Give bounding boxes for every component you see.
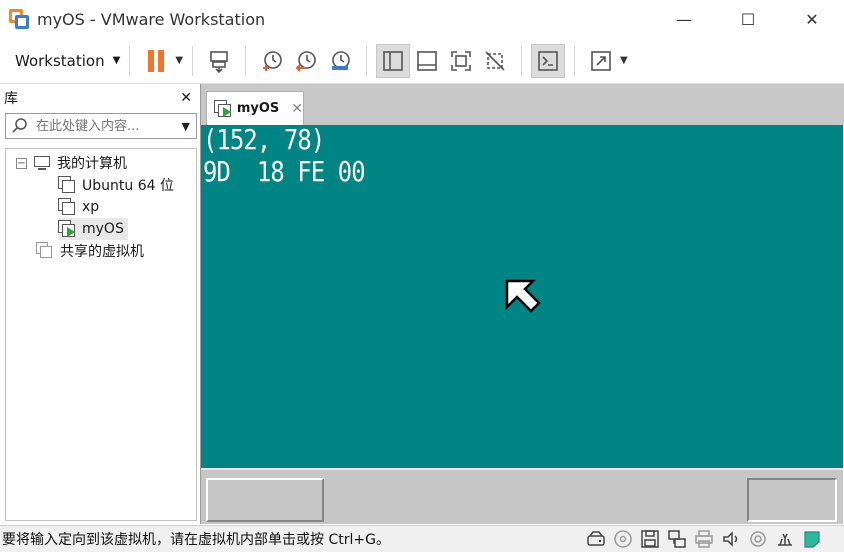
tree-item-label: Ubuntu 64 位 (82, 178, 174, 194)
search-dropdown-icon[interactable]: ▼ (182, 120, 190, 133)
vm-text-line: (152, 78) (203, 125, 325, 156)
hard-disk-icon[interactable] (586, 529, 606, 549)
fullscreen-icon (451, 50, 471, 71)
library-close-icon[interactable]: ✕ (180, 90, 192, 106)
revert-snapshot-icon (295, 50, 316, 72)
pause-icon (148, 49, 165, 72)
snapshot-button[interactable] (255, 44, 289, 78)
tree-item-myos[interactable]: myOS (58, 218, 128, 240)
snapshot-manager-icon (332, 50, 350, 70)
stretch-guest-button[interactable] (584, 44, 618, 78)
pause-button[interactable] (139, 44, 173, 78)
vm-icon (58, 176, 76, 194)
printer-icon[interactable] (694, 529, 714, 549)
stretch-icon (591, 50, 611, 71)
maximize-button[interactable]: ☐ (716, 0, 780, 38)
snapshot-clock-icon (263, 50, 282, 71)
title-bar: myOS - VMware Workstation — ☐ ✕ (0, 0, 844, 38)
tab-label: myOS (236, 101, 280, 116)
tree-item-shared-vms[interactable]: 共享的虚拟机 (36, 240, 144, 262)
vm-running-icon (214, 99, 231, 118)
library-search: ▼ (5, 113, 197, 139)
tree-item-ubuntu[interactable]: Ubuntu 64 位 (58, 174, 174, 196)
network-adapter-icon[interactable] (667, 529, 687, 549)
toolbar-divider (129, 45, 131, 76)
toolbar-divider (192, 45, 194, 76)
toolbar-divider (574, 45, 576, 76)
maximize-icon: ☐ (740, 9, 756, 29)
tree-item-label: myOS (82, 221, 124, 237)
library-search-input[interactable] (36, 118, 182, 134)
toolbar-divider (245, 45, 247, 76)
vmware-app-icon (9, 9, 29, 29)
close-button[interactable]: ✕ (780, 0, 844, 38)
tree-item-my-computer[interactable]: − 我的计算机 (16, 152, 127, 174)
device-icons (586, 529, 822, 549)
toolbar-divider (366, 45, 368, 76)
revert-snapshot-button[interactable] (289, 44, 323, 78)
usb-device-icon[interactable] (775, 529, 795, 549)
sidebar-layout-icon (383, 50, 403, 71)
workstation-menu-label: Workstation (15, 51, 105, 70)
vm-icon (58, 198, 76, 216)
unity-button[interactable] (478, 44, 512, 78)
show-thumbnail-bar-button[interactable] (410, 44, 444, 78)
guest-start-button[interactable] (206, 478, 324, 522)
tab-close-icon[interactable]: ✕ (291, 101, 303, 117)
library-title: 库 (4, 91, 18, 107)
display-icon[interactable] (748, 529, 768, 549)
terminal-icon (538, 50, 558, 71)
mouse-cursor-icon (505, 279, 541, 313)
search-icon (12, 118, 27, 133)
unity-disabled-icon (485, 50, 505, 71)
collapse-icon[interactable]: − (16, 157, 27, 169)
vm-running-icon (58, 220, 76, 238)
toolbar-divider (521, 45, 523, 76)
tree-item-label: xp (82, 199, 100, 215)
send-keys-icon (210, 50, 228, 73)
minimize-icon: — (676, 9, 692, 29)
snapshot-manager-button[interactable] (323, 44, 357, 78)
message-log-icon[interactable] (802, 529, 822, 549)
library-tree: − 我的计算机 Ubuntu 64 位 xp myOS 共享的虚拟机 (5, 148, 197, 521)
sound-card-icon[interactable] (721, 529, 741, 549)
minimize-button[interactable]: — (652, 0, 716, 38)
floppy-icon[interactable] (640, 529, 660, 549)
shared-vm-icon (36, 242, 54, 260)
tab-myos[interactable]: myOS ✕ (206, 91, 304, 125)
tree-item-label: 共享的虚拟机 (60, 244, 144, 260)
full-screen-button[interactable] (444, 44, 478, 78)
status-bar: 要将输入定向到该虚拟机，请在虚拟机内部单击或按 Ctrl+G。 (0, 525, 844, 552)
library-header: 库 ✕ (0, 84, 200, 112)
guest-tray-panel (747, 478, 837, 522)
console-view-button[interactable] (531, 43, 566, 78)
cd-dvd-icon[interactable] (613, 529, 633, 549)
send-ctrl-alt-del-button[interactable] (202, 44, 236, 78)
computer-icon (33, 155, 51, 171)
vm-tab-strip: myOS ✕ (201, 84, 844, 125)
show-library-button[interactable] (376, 43, 411, 78)
chevron-down-icon: ▼ (112, 55, 121, 66)
tree-item-xp[interactable]: xp (58, 196, 99, 218)
thumbnail-layout-icon (417, 50, 437, 71)
power-dropdown-icon[interactable]: ▼ (175, 55, 183, 66)
tree-item-label: 我的计算机 (57, 156, 127, 172)
vm-text-line: 9D 18 FE 00 (203, 155, 366, 188)
close-icon: ✕ (805, 9, 819, 29)
window-controls: — ☐ ✕ (652, 0, 844, 38)
workstation-menu[interactable]: Workstation ▼ (0, 38, 120, 84)
vm-guest-taskbar (201, 468, 843, 524)
vm-console-screen[interactable]: (152, 78) 9D 18 FE 00 (201, 125, 843, 468)
stretch-dropdown-icon[interactable]: ▼ (620, 55, 628, 66)
main-toolbar: Workstation ▼ ▼ ▼ (0, 38, 844, 84)
window-title: myOS - VMware Workstation (37, 9, 266, 29)
status-message: 要将输入定向到该虚拟机，请在虚拟机内部单击或按 Ctrl+G。 (2, 532, 390, 548)
